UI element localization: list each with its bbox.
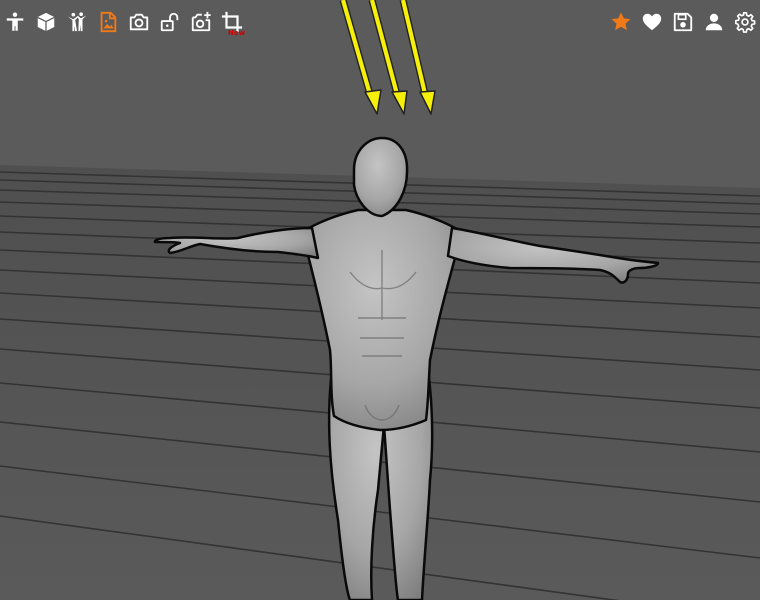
image-reference-button[interactable] xyxy=(97,11,119,33)
star-icon xyxy=(611,12,631,31)
image-document-icon xyxy=(100,11,117,33)
account-button[interactable] xyxy=(703,11,725,33)
save-icon xyxy=(673,12,693,32)
pose-button[interactable] xyxy=(4,11,26,33)
screenshot-button[interactable] xyxy=(128,11,150,33)
pose-figure-icon xyxy=(6,12,24,31)
unlock-button[interactable] xyxy=(159,11,181,33)
user-icon xyxy=(705,13,723,31)
favorite-button[interactable] xyxy=(610,11,632,33)
settings-gear-icon xyxy=(735,12,756,33)
cube-icon xyxy=(37,12,55,32)
models-button[interactable] xyxy=(35,11,57,33)
add-camera-button[interactable] xyxy=(190,11,212,33)
save-button[interactable] xyxy=(672,11,694,33)
account-toolbar xyxy=(601,9,756,35)
3d-viewport[interactable] xyxy=(0,0,760,600)
crop-button[interactable]: New xyxy=(221,11,245,37)
unlock-icon xyxy=(160,12,179,32)
main-toolbar: New xyxy=(4,9,252,37)
like-button[interactable] xyxy=(641,11,663,33)
scene-canvas[interactable] xyxy=(0,0,760,600)
add-camera-icon xyxy=(191,11,211,32)
camera-icon xyxy=(129,13,149,31)
multi-figure-button[interactable] xyxy=(66,11,88,33)
multi-figure-icon xyxy=(67,12,87,32)
heart-icon xyxy=(642,13,662,31)
settings-button[interactable] xyxy=(734,11,756,33)
new-badge: New xyxy=(228,29,246,37)
